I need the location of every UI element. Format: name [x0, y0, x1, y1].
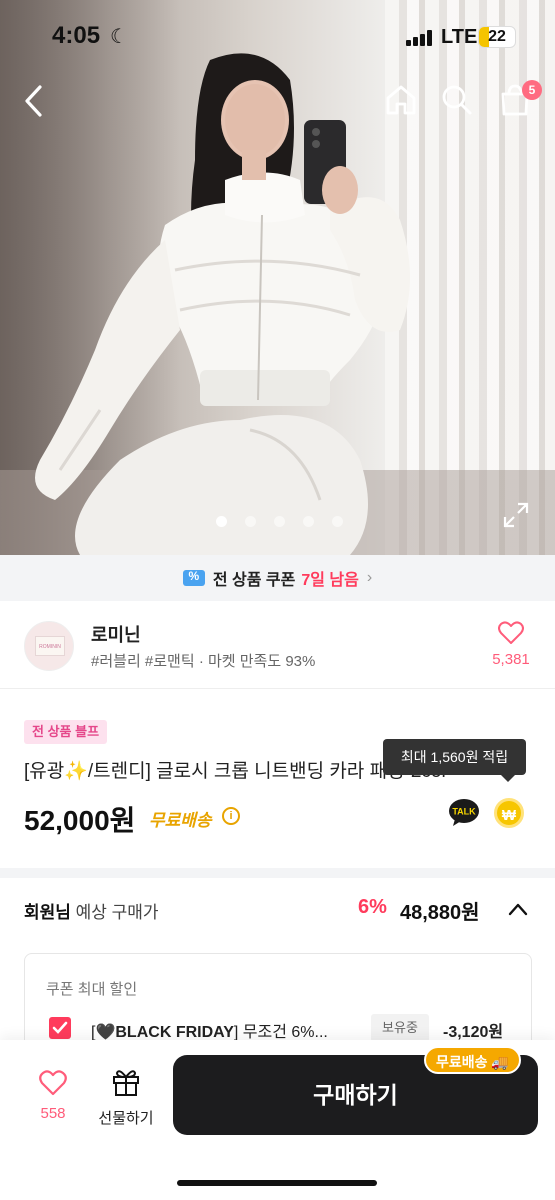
- coupon-amount: -3,120원: [443, 1024, 504, 1041]
- carousel-dot[interactable]: [274, 516, 285, 527]
- section-divider: [0, 868, 555, 878]
- status-bar: 4:05 ☾ LTE 22: [0, 20, 555, 56]
- info-icon[interactable]: i: [222, 807, 240, 825]
- coupon-ticket-icon: [182, 569, 205, 586]
- gift-label: 선물하기: [98, 1110, 154, 1127]
- signal-icon: [406, 30, 436, 46]
- heart-icon: [498, 621, 524, 644]
- carousel-dot[interactable]: [332, 516, 343, 527]
- store-like-count: 5,381: [492, 651, 530, 668]
- member-discount-rate: 6%: [358, 896, 387, 918]
- member-price-label: 회원님 예상 구매가: [24, 903, 159, 922]
- carousel-dot[interactable]: [216, 516, 227, 527]
- network-type: LTE: [441, 26, 478, 48]
- svg-text:TALK: TALK: [452, 807, 476, 817]
- chevron-right-icon: ›: [366, 569, 373, 586]
- store-row[interactable]: ROMININ 로미닌 #러블리 #로맨틱 · 마켓 만족도 93% 5,381: [0, 601, 555, 689]
- coupon-banner-label: 전 상품 쿠폰: [212, 572, 296, 589]
- do-not-disturb-icon: ☾: [110, 26, 128, 48]
- coupon-banner[interactable]: 전 상품 쿠폰 7일 남음 ›: [0, 555, 555, 601]
- member-price-value: 48,880원: [400, 902, 480, 924]
- status-time: 4:05: [52, 22, 101, 49]
- store-logo[interactable]: ROMININ: [24, 621, 74, 671]
- product-price: 52,000원: [24, 805, 136, 836]
- coupon-status-badge: 보유중: [371, 1014, 429, 1042]
- cart-count-badge: 5: [522, 80, 542, 100]
- battery-level: 22: [488, 28, 506, 45]
- store-like-button[interactable]: 5,381: [488, 621, 534, 671]
- carousel-dot[interactable]: [245, 516, 256, 527]
- coupon-checkbox[interactable]: [49, 1017, 71, 1039]
- carousel-dots: [214, 516, 344, 528]
- free-shipping-label: 무료배송: [149, 811, 212, 830]
- promo-tag: 전 상품 블프: [24, 720, 108, 744]
- reward-coin-icon[interactable]: ₩: [494, 798, 524, 828]
- heart-icon: [39, 1070, 67, 1096]
- bottom-action-bar: 558 선물하기 구매하기 무료배송 🚚: [0, 1040, 555, 1200]
- home-indicator[interactable]: [177, 1180, 377, 1186]
- store-tags: #러블리 #로맨틱 · 마켓 만족도 93%: [91, 653, 316, 670]
- reward-tooltip: 최대 1,560원 적립: [383, 739, 526, 782]
- like-count: 558: [40, 1105, 66, 1122]
- store-name[interactable]: 로미닌: [91, 621, 141, 647]
- free-shipping-badge: 무료배송 🚚: [424, 1046, 521, 1074]
- back-icon[interactable]: [20, 84, 50, 118]
- gift-icon: [113, 1070, 139, 1096]
- expand-icon[interactable]: [503, 502, 529, 528]
- search-icon[interactable]: [440, 83, 474, 117]
- coupon-remaining: 7일 남음: [301, 572, 359, 589]
- chevron-up-icon[interactable]: [508, 902, 528, 916]
- battery-icon: 22: [478, 26, 516, 48]
- coupon-name: [🖤BLACK FRIDAY] 무조건 6%...: [91, 1024, 328, 1041]
- home-icon[interactable]: [384, 83, 418, 117]
- like-button[interactable]: 558: [30, 1070, 76, 1130]
- carousel-dot[interactable]: [303, 516, 314, 527]
- kakao-talk-icon[interactable]: TALK: [448, 798, 480, 828]
- gift-button[interactable]: 선물하기: [92, 1068, 160, 1128]
- coupon-box-header: 쿠폰 최대 할인: [46, 981, 138, 998]
- product-image-carousel[interactable]: 4:05 ☾ LTE 22 5: [0, 0, 555, 555]
